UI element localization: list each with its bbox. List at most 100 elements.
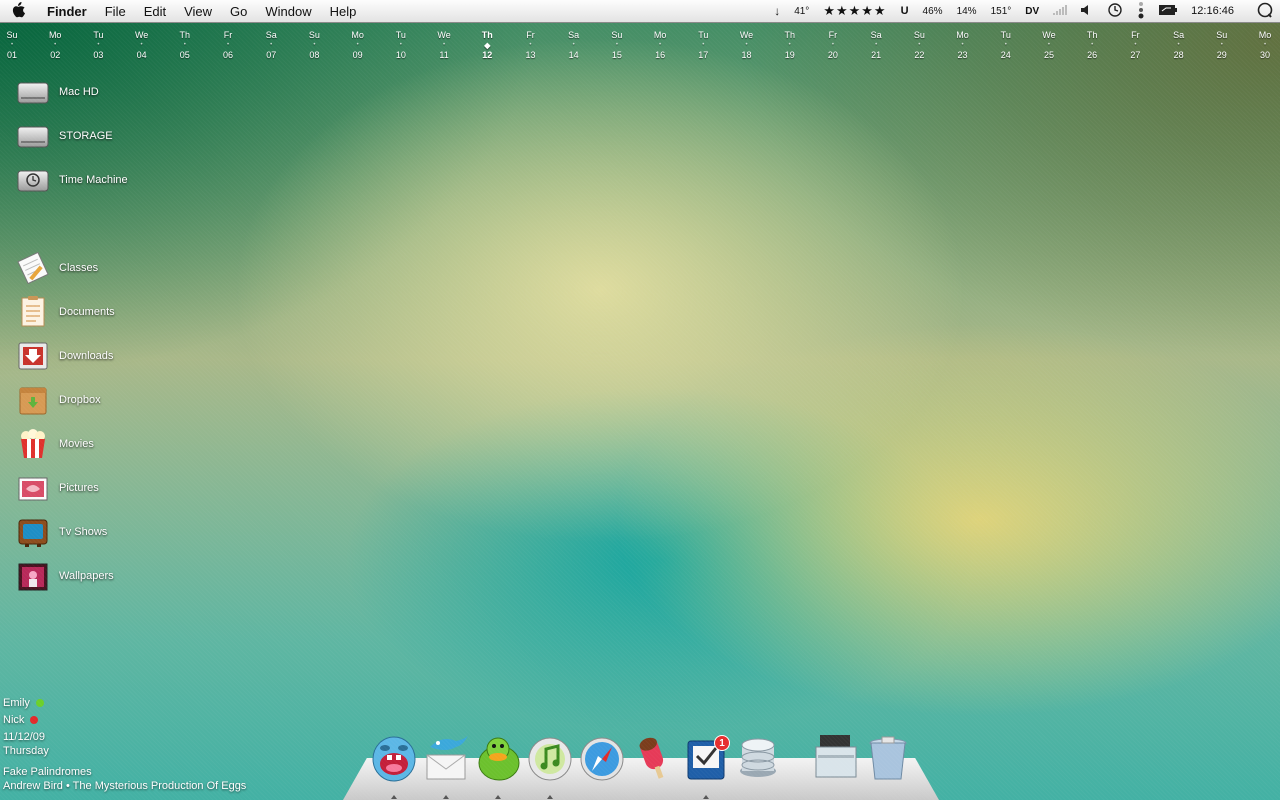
menu-clock[interactable]: 12:16:46 [1184,5,1250,17]
adium-duck-icon [474,733,522,788]
calendar-day: Fr • 20 [813,30,853,60]
menu-file[interactable]: File [96,4,135,19]
dock-item-safari[interactable] [578,733,626,783]
calendar-weekday: Su [913,30,925,40]
buddy-entry[interactable]: Nick [3,711,44,728]
calendar-day: Su • 01 [0,30,32,60]
dock-item-itunes[interactable] [526,733,574,783]
calendar-date: 15 [611,50,622,60]
day-dot-icon: • [745,42,748,48]
dock-item-popsicle[interactable] [630,733,678,783]
download-arrow-icon[interactable]: ↓ [767,4,787,18]
calendar-day: Mo • 23 [943,30,983,60]
calendar-date: 26 [1087,50,1098,60]
menu-window[interactable]: Window [256,4,320,19]
cpu-meter[interactable]: 46% [916,6,950,17]
apple-menu-icon[interactable] [0,1,38,21]
input-method-indicator[interactable]: DV [1018,6,1046,17]
calendar-weekday: Mo [1258,30,1272,40]
menu-go[interactable]: Go [221,4,256,19]
calendar-weekday: Sa [568,30,580,40]
downloads-icon [16,339,50,373]
desktop-icon-dropbox[interactable]: Dropbox [16,382,101,418]
spotlight-search-icon[interactable] [1250,2,1280,21]
artist-album: Andrew Bird • The Mysterious Production … [3,780,247,792]
memory-meter[interactable]: 14% [950,6,984,17]
day-dot-icon: • [1091,42,1094,48]
weather-temperature[interactable]: 41° [787,6,816,17]
menu-view[interactable]: View [175,4,221,19]
calendar-day: Th • 05 [165,30,205,60]
calendar-weekday: Th [784,30,795,40]
dock-item-trash[interactable] [864,733,912,783]
rating-stars[interactable]: ★★★★★ [816,3,893,19]
calendar-day: Tu • 24 [986,30,1026,60]
calendar-day: We • 11 [424,30,464,60]
calendar-date: 10 [395,50,406,60]
desktop-icon-label: Classes [59,262,99,274]
calendar-date: 08 [309,50,320,60]
time-machine-icon[interactable] [1100,2,1130,21]
today-marker-icon: ◆ [484,41,491,50]
volume-icon[interactable] [1074,4,1100,18]
calendar-date: 28 [1173,50,1184,60]
desktop-icon-mac-hd[interactable]: Mac HD [16,74,99,110]
dock-item-things[interactable]: 1 [682,733,730,783]
calendar-day: We • 18 [727,30,767,60]
stats-icon[interactable]: U [894,5,916,17]
desktop-icon-documents[interactable]: Documents [16,294,115,330]
desktop-icon-tv-shows[interactable]: Tv Shows [16,514,107,550]
calendar-day: Mo • 30 [1245,30,1280,60]
desktop-icon-label: Wallpapers [59,570,114,582]
day-dot-icon: • [788,42,791,48]
calendar-day: We • 25 [1029,30,1069,60]
calendar-day: Th ◆ 12 [467,30,507,60]
dock-item-duck[interactable] [474,733,522,783]
weekday-text: Thursday [3,745,49,757]
calendar-day: Th • 26 [1072,30,1112,60]
now-playing: Fake Palindromes Andrew Bird • The Myste… [3,766,246,792]
itunes-icon [526,733,574,788]
desktop-icon-wallpapers[interactable]: Wallpapers [16,558,114,594]
calendar-weekday: Th [179,30,191,40]
calendar-date: 18 [741,50,752,60]
buddy-entry[interactable]: Emily [3,694,44,711]
desktop-icon-pictures[interactable]: Pictures [16,470,99,506]
desktop-icon-label: Movies [59,438,94,450]
toggle-icon[interactable] [1130,1,1152,22]
day-dot-icon: • [399,42,402,48]
photo-icon [16,471,50,505]
desktop-icon-downloads[interactable]: Downloads [16,338,113,374]
dock-item-database[interactable] [734,733,782,783]
dock-item-adium[interactable] [370,733,418,783]
calendar-day: Sa • 28 [1159,30,1199,60]
calendar-date: 06 [223,50,234,60]
day-dot-icon: • [529,42,532,48]
desktop-icon-movies[interactable]: Movies [16,426,94,462]
day-dot-icon: • [1134,42,1137,48]
dock-item-mail[interactable] [422,733,470,783]
desktop-icon-classes[interactable]: Classes [16,250,98,286]
menu-bar: Finder File Edit View Go Window Help ↓ 4… [0,0,1280,23]
desktop-icon-storage[interactable]: STORAGE [16,118,113,154]
temperature-meter[interactable]: 151° [984,6,1019,17]
calendar-weekday: Sa [1173,30,1185,40]
calendar-date: 13 [525,50,536,60]
calendar-date: 07 [266,50,277,60]
dock-item-downloads-stack[interactable] [812,733,860,783]
battery-icon[interactable] [1152,4,1184,18]
wifi-icon[interactable] [1046,4,1074,18]
calendar-weekday: Fr [223,30,233,40]
desktop-icon-time-machine[interactable]: Time Machine [16,162,128,198]
calendar-date: 03 [93,50,104,60]
calendar-day: Mo • 16 [640,30,680,60]
calendar-weekday: Fr [526,30,535,40]
calendar-date: 30 [1259,50,1270,60]
menu-edit[interactable]: Edit [135,4,175,19]
notification-badge: 1 [714,735,730,751]
menu-finder[interactable]: Finder [38,4,96,19]
calendar-weekday: We [739,30,754,40]
menu-help[interactable]: Help [321,4,366,19]
day-dot-icon: • [1220,42,1223,48]
calendar-weekday: Tu [395,30,406,40]
